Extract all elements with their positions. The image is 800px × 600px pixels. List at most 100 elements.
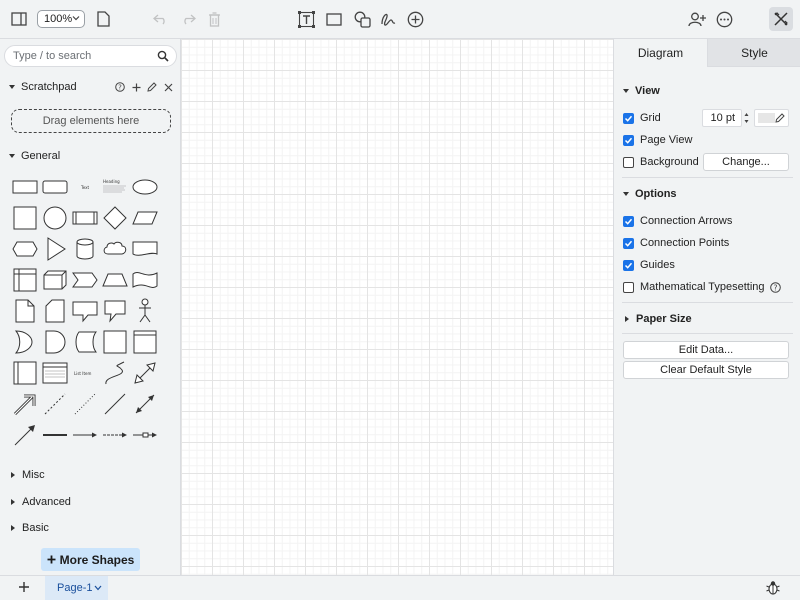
shape-callout[interactable] <box>70 296 100 326</box>
rectangle-icon[interactable] <box>324 9 344 29</box>
shape-step[interactable] <box>70 265 100 295</box>
shape-triangle[interactable] <box>40 234 70 264</box>
text-icon[interactable] <box>296 9 316 29</box>
shape-dotted-line[interactable] <box>70 389 100 419</box>
shape-actor[interactable] <box>130 296 160 326</box>
scratchpad-dropzone[interactable]: Drag elements here <box>11 109 171 133</box>
guides-checkbox[interactable] <box>623 259 634 271</box>
page-tab[interactable]: Page-1 <box>45 576 108 600</box>
shape-diamond[interactable] <box>100 203 130 233</box>
shape-hexagon[interactable] <box>10 234 40 264</box>
shape-dashed-line[interactable] <box>40 389 70 419</box>
help-icon[interactable]: ? <box>115 81 125 93</box>
change-background-button[interactable]: Change... <box>703 153 789 171</box>
shape-delay[interactable] <box>40 327 70 357</box>
shape-rounded-rectangle[interactable] <box>40 172 70 202</box>
chevron-down-icon[interactable] <box>94 585 102 591</box>
options-section-header[interactable]: Options <box>614 186 800 202</box>
add-page-icon[interactable] <box>17 580 31 594</box>
shape-link[interactable] <box>40 420 70 450</box>
zoom-select[interactable]: 100% <box>37 10 85 28</box>
shape-cube[interactable] <box>40 265 70 295</box>
page-view-checkbox[interactable] <box>623 134 634 146</box>
background-checkbox[interactable] <box>623 156 634 168</box>
shape-text[interactable]: Text <box>70 172 100 202</box>
check-icon <box>624 137 633 144</box>
shape-data-storage[interactable] <box>70 327 100 357</box>
edit-data-button[interactable]: Edit Data... <box>623 341 789 359</box>
shape-textbox[interactable]: Heading <box>100 172 130 202</box>
shape-callout-2[interactable] <box>100 296 130 326</box>
shape-swimlane[interactable] <box>130 327 160 357</box>
shape-internal-storage[interactable] <box>10 265 40 295</box>
shape-horizontal-container[interactable] <box>10 358 40 388</box>
shape-document[interactable] <box>130 234 160 264</box>
shape-arrow[interactable] <box>10 389 40 419</box>
tab-diagram[interactable]: Diagram <box>614 39 707 67</box>
shape-circle[interactable] <box>40 203 70 233</box>
more-icon[interactable] <box>714 9 734 29</box>
page-icon[interactable] <box>93 9 113 29</box>
shape-parallelogram[interactable] <box>130 203 160 233</box>
bug-icon[interactable] <box>766 580 780 595</box>
format-panel-icon[interactable] <box>769 7 793 31</box>
shape-container[interactable] <box>100 327 130 357</box>
shape-connector-arrow[interactable] <box>70 420 100 450</box>
grid-size-input[interactable]: 10 pt <box>702 109 742 127</box>
shape-ellipse[interactable] <box>130 172 160 202</box>
share-icon[interactable] <box>687 9 707 29</box>
shape-card[interactable] <box>40 296 70 326</box>
freehand-icon[interactable] <box>378 9 398 29</box>
general-header[interactable]: General <box>0 147 181 165</box>
misc-header[interactable]: Misc <box>0 466 181 484</box>
shape-trapezoid[interactable] <box>100 265 130 295</box>
shape-rectangle[interactable] <box>10 172 40 202</box>
shape-or[interactable] <box>10 327 40 357</box>
grid-size-stepper[interactable] <box>744 111 749 125</box>
search-icon[interactable] <box>157 50 169 62</box>
math-typesetting-checkbox[interactable] <box>623 281 634 293</box>
paper-size-section-header[interactable]: Paper Size <box>614 311 800 327</box>
shape-connector-2-labels[interactable] <box>130 420 160 450</box>
connection-points-row: Connection Points <box>623 235 729 251</box>
shape-cloud[interactable] <box>100 234 130 264</box>
shape-list-item[interactable]: List Item <box>70 358 100 388</box>
redo-icon[interactable] <box>178 9 198 29</box>
view-section-header[interactable]: View <box>614 83 800 99</box>
shape-bidirectional-connector[interactable] <box>130 389 160 419</box>
shape-square[interactable] <box>10 203 40 233</box>
shape-line[interactable] <box>100 389 130 419</box>
shape-list[interactable] <box>40 358 70 388</box>
sidebar-toggle-icon[interactable] <box>9 9 29 29</box>
connection-points-checkbox[interactable] <box>623 237 634 249</box>
shape-curve[interactable] <box>100 358 130 388</box>
shape-bidirectional-arrow[interactable] <box>130 358 160 388</box>
close-icon[interactable] <box>163 81 173 93</box>
shape-process[interactable] <box>70 203 100 233</box>
grid-color-picker[interactable] <box>754 109 789 127</box>
grid-checkbox[interactable] <box>623 112 634 124</box>
undo-icon[interactable] <box>151 9 171 29</box>
shape-cylinder[interactable] <box>70 234 100 264</box>
basic-header[interactable]: Basic <box>0 519 181 537</box>
shape-tape[interactable] <box>130 265 160 295</box>
search-input[interactable]: Type / to search <box>4 45 177 67</box>
shape-directional-connector[interactable] <box>10 420 40 450</box>
scratchpad-header[interactable]: Scratchpad ? <box>0 78 181 96</box>
grid-size-value: 10 pt <box>710 112 735 124</box>
edit-icon[interactable] <box>147 81 157 93</box>
shape-note[interactable] <box>10 296 40 326</box>
connection-arrows-checkbox[interactable] <box>623 215 634 227</box>
advanced-header[interactable]: Advanced <box>0 493 181 511</box>
more-shapes-button[interactable]: More Shapes <box>41 548 140 571</box>
delete-icon[interactable] <box>204 9 224 29</box>
insert-icon[interactable] <box>405 9 425 29</box>
shape-connector-label[interactable] <box>100 420 130 450</box>
diagram-canvas[interactable] <box>181 39 613 575</box>
shapes-icon[interactable] <box>352 9 372 29</box>
add-icon[interactable] <box>131 81 141 93</box>
clear-default-style-button[interactable]: Clear Default Style <box>623 361 789 379</box>
help-icon[interactable]: ? <box>769 281 781 293</box>
options-title: Options <box>635 188 677 200</box>
tab-style[interactable]: Style <box>707 39 800 67</box>
